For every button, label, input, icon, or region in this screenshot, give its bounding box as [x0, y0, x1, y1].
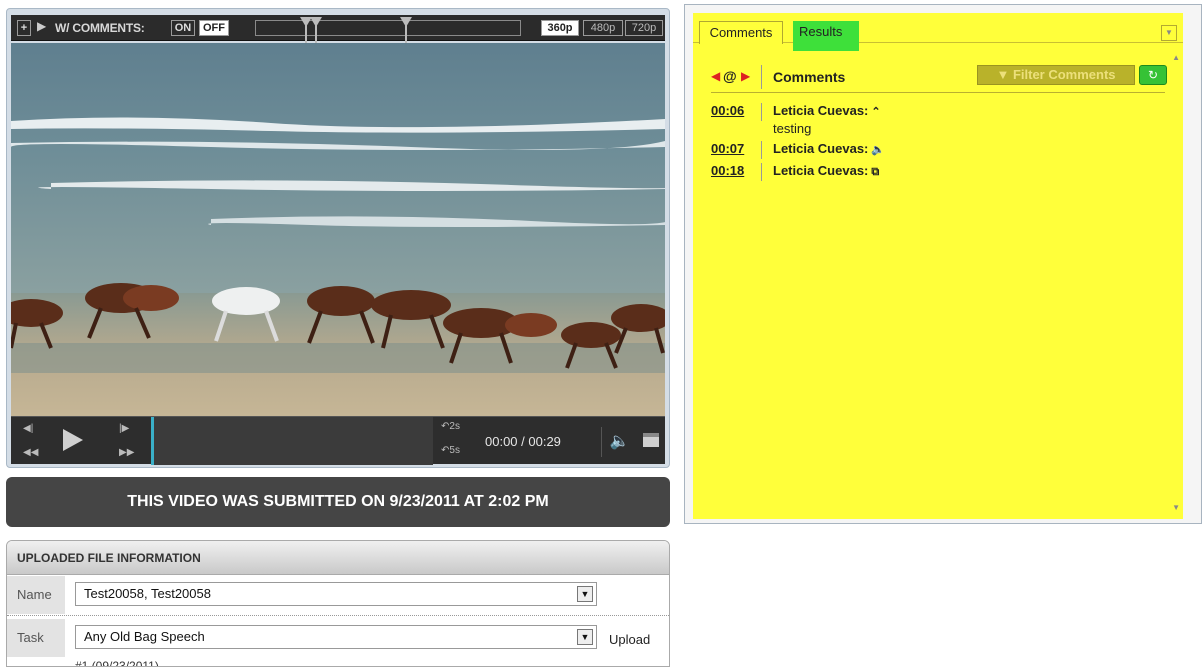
seek-bar[interactable] — [151, 417, 433, 465]
play-icon[interactable] — [63, 429, 83, 451]
header-divider — [761, 65, 762, 89]
comments-on-button[interactable]: ON — [171, 20, 195, 36]
comment-timestamp-link[interactable]: 00:07 — [711, 141, 751, 156]
file-info-title: UPLOADED FILE INFORMATION — [7, 541, 669, 575]
task-row: Task Any Old Bag Speech ▼ Upload — [7, 619, 669, 657]
comment-author-name: Leticia Cuevas: — [773, 163, 869, 178]
comment-author: Leticia Cuevas: ⧉ — [773, 163, 879, 179]
scrollbar[interactable]: ▲ ▼ — [1169, 49, 1183, 515]
quality-360p-button[interactable]: 360p — [541, 20, 579, 36]
player-controls: ◀| ◀◀ |▶ ▶▶ ↶2s ↶5s 00:00 / 00:29 🔈 — [11, 416, 665, 465]
video-player: + ▶ W/ COMMENTS: ON OFF 360p 480p 720p ◀… — [6, 8, 670, 468]
skip-back-2s-button[interactable]: ↶2s — [441, 421, 460, 432]
submission-banner: THIS VIDEO WAS SUBMITTED ON 9/23/2011 AT… — [6, 477, 670, 527]
name-label: Name — [7, 576, 65, 614]
quality-720p-button[interactable]: 720p — [625, 20, 663, 36]
next-arrow-icon[interactable]: ▶ — [741, 69, 750, 83]
comment-list: 00:06 Leticia Cuevas: ⌃ testing 00:07 Let… — [711, 103, 1165, 185]
comments-panel-body: Comments Results ▼ ◀ @ ▶ Comments ▼ Filt… — [693, 13, 1183, 519]
comment-timestamp-link[interactable]: 00:06 — [711, 103, 751, 118]
comment-author: Leticia Cuevas: ⌃ — [773, 103, 881, 118]
caret-up-icon[interactable]: ⌃ — [871, 106, 880, 118]
upload-link[interactable]: Upload — [609, 632, 650, 647]
name-select-value: Test20058, Test20058 — [84, 586, 211, 601]
list-item: 00:07 Leticia Cuevas: 🔈 — [711, 141, 1165, 163]
volume-icon[interactable]: 🔈 — [601, 427, 637, 457]
collapse-icon[interactable]: ▼ — [1161, 25, 1177, 41]
filter-comments-button[interactable]: ▼ Filter Comments — [977, 65, 1135, 85]
fast-forward-icon[interactable]: ▶▶ — [119, 447, 134, 458]
comments-title: Comments — [773, 69, 846, 85]
audio-icon[interactable]: 🔈 — [871, 144, 885, 156]
skip-back-5s-label: 5s — [449, 445, 460, 456]
comment-author-name: Leticia Cuevas: — [773, 141, 869, 156]
player-top-bar: + ▶ W/ COMMENTS: ON OFF 360p 480p 720p — [11, 15, 665, 43]
tab-bar: Comments Results ▼ — [693, 13, 1183, 51]
divider — [761, 163, 762, 181]
comments-header: ◀ @ ▶ Comments ▼ Filter Comments ↻ — [711, 63, 1167, 93]
divider — [761, 103, 762, 121]
filter-comments-label: Filter Comments — [1012, 67, 1116, 82]
task-partial-line: #1 (09/23/2011) — [75, 659, 159, 667]
list-item: 00:06 Leticia Cuevas: ⌃ testing — [711, 103, 1165, 141]
uploaded-file-info-panel: UPLOADED FILE INFORMATION Name Test20058… — [6, 540, 670, 667]
task-select[interactable]: Any Old Bag Speech ▼ — [75, 625, 597, 649]
rewind-icon[interactable]: ◀◀ — [23, 447, 38, 458]
comments-toggle-label: W/ COMMENTS: — [55, 21, 145, 35]
comments-panel: Comments Results ▼ ◀ @ ▶ Comments ▼ Filt… — [684, 4, 1202, 524]
task-select-value: Any Old Bag Speech — [84, 629, 205, 644]
time-display: 00:00 / 00:29 — [485, 434, 561, 449]
refresh-icon[interactable]: ↻ — [1139, 65, 1167, 85]
task-label: Task — [7, 619, 65, 657]
comments-off-button[interactable]: OFF — [199, 20, 229, 36]
horses-beach-image — [11, 43, 665, 416]
comment-author-name: Leticia Cuevas: — [773, 103, 869, 118]
fullscreen-icon[interactable] — [643, 433, 659, 447]
comment-timestamp-link[interactable]: 00:18 — [711, 163, 751, 178]
quality-480p-button[interactable]: 480p — [583, 20, 623, 36]
divider — [761, 141, 762, 159]
comment-marker-icon[interactable] — [310, 17, 322, 43]
name-row: Name Test20058, Test20058 ▼ — [7, 576, 669, 614]
at-mention-button[interactable]: @ — [723, 68, 737, 84]
comment-marker-track[interactable] — [255, 17, 521, 43]
list-item: 00:18 Leticia Cuevas: ⧉ — [711, 163, 1165, 185]
previous-arrow-icon[interactable]: ◀ — [711, 69, 720, 83]
comment-marker-icon[interactable] — [400, 17, 412, 43]
scroll-down-icon[interactable]: ▼ — [1172, 503, 1180, 512]
scroll-up-icon[interactable]: ▲ — [1172, 53, 1180, 62]
video-frame[interactable] — [11, 43, 665, 416]
comment-text: testing — [773, 121, 812, 136]
step-forward-icon[interactable]: |▶ — [119, 423, 129, 434]
skip-back-2s-label: 2s — [449, 421, 460, 432]
row-divider — [7, 615, 669, 616]
tab-results[interactable]: Results — [793, 21, 859, 51]
comment-author: Leticia Cuevas: 🔈 — [773, 141, 885, 156]
expand-button[interactable]: + — [17, 20, 31, 36]
step-back-icon[interactable]: ◀| — [23, 423, 33, 434]
attachment-icon[interactable]: ⧉ — [871, 166, 879, 178]
chevron-down-icon[interactable]: ▼ — [577, 629, 593, 645]
play-comments-icon[interactable]: ▶ — [37, 19, 46, 33]
skip-back-5s-button[interactable]: ↶5s — [441, 445, 460, 456]
name-select[interactable]: Test20058, Test20058 ▼ — [75, 582, 597, 606]
chevron-down-icon[interactable]: ▼ — [577, 586, 593, 602]
tab-comments[interactable]: Comments — [699, 21, 783, 44]
